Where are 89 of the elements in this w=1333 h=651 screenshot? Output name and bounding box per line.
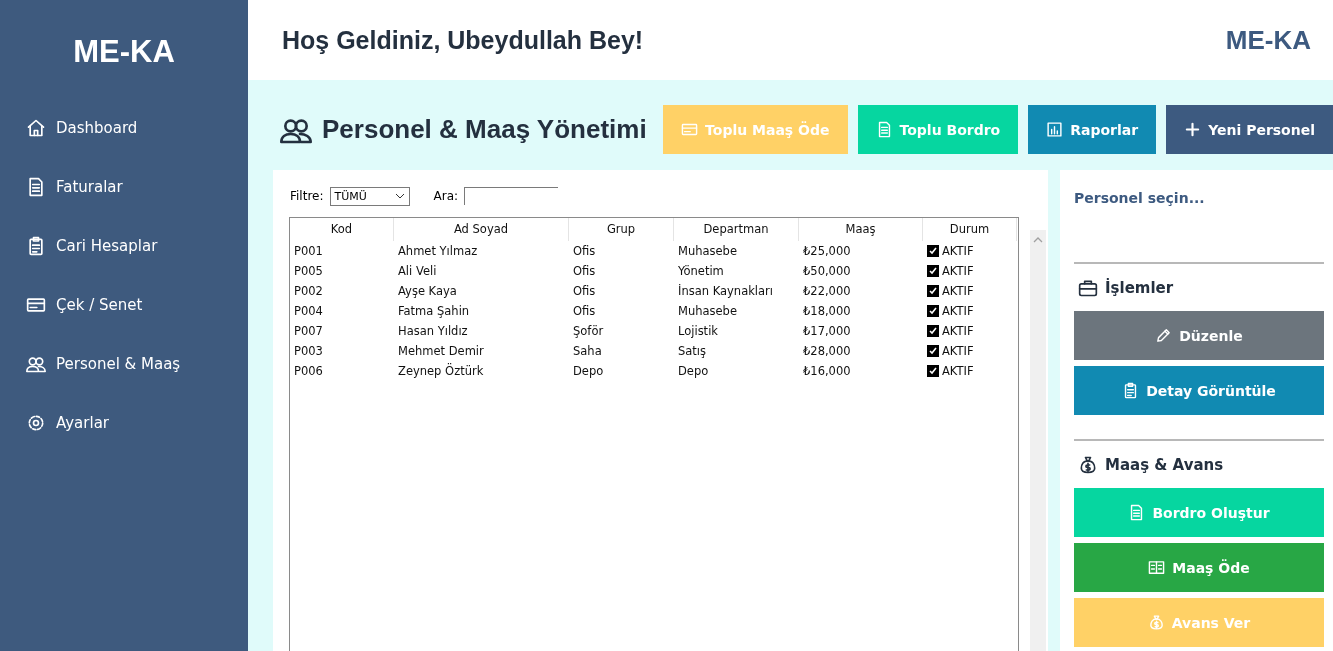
status-text: AKTIF xyxy=(942,323,974,340)
table-cell-text: Ayşe Kaya xyxy=(397,283,458,300)
status-text: AKTIF xyxy=(942,243,974,260)
status-text: AKTIF xyxy=(942,283,974,300)
table-cell-text: İnsan Kaynakları xyxy=(677,283,774,300)
table-cell-text: ₺22,000 xyxy=(802,283,852,300)
table-cell-text: P003 xyxy=(293,343,324,360)
table-cell-text: Lojistik xyxy=(677,323,719,340)
hint-text: Personel seçin... xyxy=(1074,190,1206,208)
table-cell-text: P001 xyxy=(293,243,324,260)
column-header[interactable]: Kod xyxy=(290,218,394,241)
search-field[interactable] xyxy=(464,187,559,205)
table-cell-text: Satış xyxy=(677,343,708,360)
table-cell-text: Fatma Şahin xyxy=(397,303,471,320)
clipboard-icon xyxy=(26,235,46,256)
chevron-down-icon xyxy=(394,192,405,200)
table-cell-text: Hasan Yıldız xyxy=(397,323,469,340)
table-cell-text: ₺25,000 xyxy=(802,243,852,260)
document-icon xyxy=(26,176,46,197)
column-header[interactable]: Ad Soyad xyxy=(394,218,569,241)
checkbox[interactable] xyxy=(927,305,939,317)
checkbox[interactable] xyxy=(927,245,939,257)
table-cell-text: P005 xyxy=(293,263,324,280)
table-cell-text: Muhasebe xyxy=(677,243,738,260)
checkbox[interactable] xyxy=(927,265,939,277)
table-cell-text: Ofis xyxy=(572,243,597,260)
table-cell-text: P002 xyxy=(293,283,324,300)
plus-icon xyxy=(1184,121,1202,138)
card-icon xyxy=(681,121,699,138)
section-title: İşlemler xyxy=(1105,279,1174,297)
column-header[interactable]: Durum xyxy=(923,218,1017,241)
table-cell-text: Ali Veli xyxy=(397,263,438,280)
table-cell-text: Depo xyxy=(572,363,605,380)
section-title: Maaş & Avans xyxy=(1105,456,1224,474)
table-cell-text: Depo xyxy=(677,363,710,380)
checkbox[interactable] xyxy=(927,365,939,377)
sidebar-item[interactable]: Dashboard xyxy=(0,98,248,157)
sidebar-item[interactable]: Çek / Senet xyxy=(0,275,248,334)
status-text: AKTIF xyxy=(942,343,974,360)
filter-label: Filtre: xyxy=(290,189,324,203)
money-bag-icon xyxy=(1078,455,1098,475)
table-cell-text: ₺16,000 xyxy=(802,363,852,380)
action-button[interactable]: Yeni Personel xyxy=(1166,105,1333,154)
status-text: AKTIF xyxy=(942,363,974,380)
table-cell-text: Yönetim xyxy=(677,263,725,280)
sidebar-item[interactable]: Cari Hesaplar xyxy=(0,216,248,275)
column-header[interactable]: Departman xyxy=(674,218,799,241)
action-button[interactable]: Raporlar xyxy=(1028,105,1157,154)
table-cell-text: Ofis xyxy=(572,263,597,280)
table-cell-text: ₺18,000 xyxy=(802,303,852,320)
table-cell-text: Ofis xyxy=(572,303,597,320)
banknote-icon xyxy=(1148,559,1166,576)
house-icon xyxy=(26,117,46,138)
search-label: Ara: xyxy=(433,189,459,203)
table-cell-text: Şoför xyxy=(572,323,605,340)
page-title: Personel & Maaş Yönetimi xyxy=(322,114,647,145)
table-cell-text: ₺50,000 xyxy=(802,263,852,280)
table-cell-text: Zeynep Öztürk xyxy=(397,362,485,380)
checkbox[interactable] xyxy=(927,325,939,337)
column-header[interactable]: Grup xyxy=(569,218,674,241)
table-cell-text: ₺17,000 xyxy=(802,323,852,340)
scrollbar[interactable] xyxy=(1030,230,1046,651)
table-cell-text: Muhasebe xyxy=(677,303,738,320)
filter-dropdown[interactable]: TÜMÜ xyxy=(329,186,410,206)
sidebar-logo: ME-KA xyxy=(72,33,176,71)
table-cell-text: P007 xyxy=(293,323,324,340)
table-cell-text: Saha xyxy=(572,343,603,360)
status-text: AKTIF xyxy=(942,263,974,280)
column-header[interactable]: Maaş xyxy=(799,218,923,241)
bar-chart-icon xyxy=(1046,121,1064,138)
action-button[interactable]: Düzenle xyxy=(1074,311,1324,360)
pencil-icon xyxy=(1155,327,1173,344)
table-cell-text: Ahmet Yılmaz xyxy=(397,243,479,260)
table-cell-text: Ofis xyxy=(572,283,597,300)
welcome-text: Hoş Geldiniz, Ubeydullah Bey! xyxy=(282,25,644,55)
sidebar-item[interactable]: Faturalar xyxy=(0,157,248,216)
sidebar-item[interactable]: Personel & Maaş xyxy=(0,334,248,393)
table-cell-text: Mehmet Demir xyxy=(397,343,485,360)
table-cell-text: P006 xyxy=(293,363,324,380)
table-cell-text: P004 xyxy=(293,303,324,320)
briefcase-icon xyxy=(1078,278,1098,298)
brand-logo: ME-KA xyxy=(1225,24,1311,56)
action-button[interactable]: Detay Görüntüle xyxy=(1074,366,1324,415)
status-text: AKTIF xyxy=(942,303,974,320)
checkbox[interactable] xyxy=(927,345,939,357)
table-cell-text: ₺28,000 xyxy=(802,343,852,360)
sidebar-item[interactable]: Ayarlar xyxy=(0,393,248,452)
checkbox[interactable] xyxy=(927,285,939,297)
money-bag-icon xyxy=(1147,614,1165,631)
